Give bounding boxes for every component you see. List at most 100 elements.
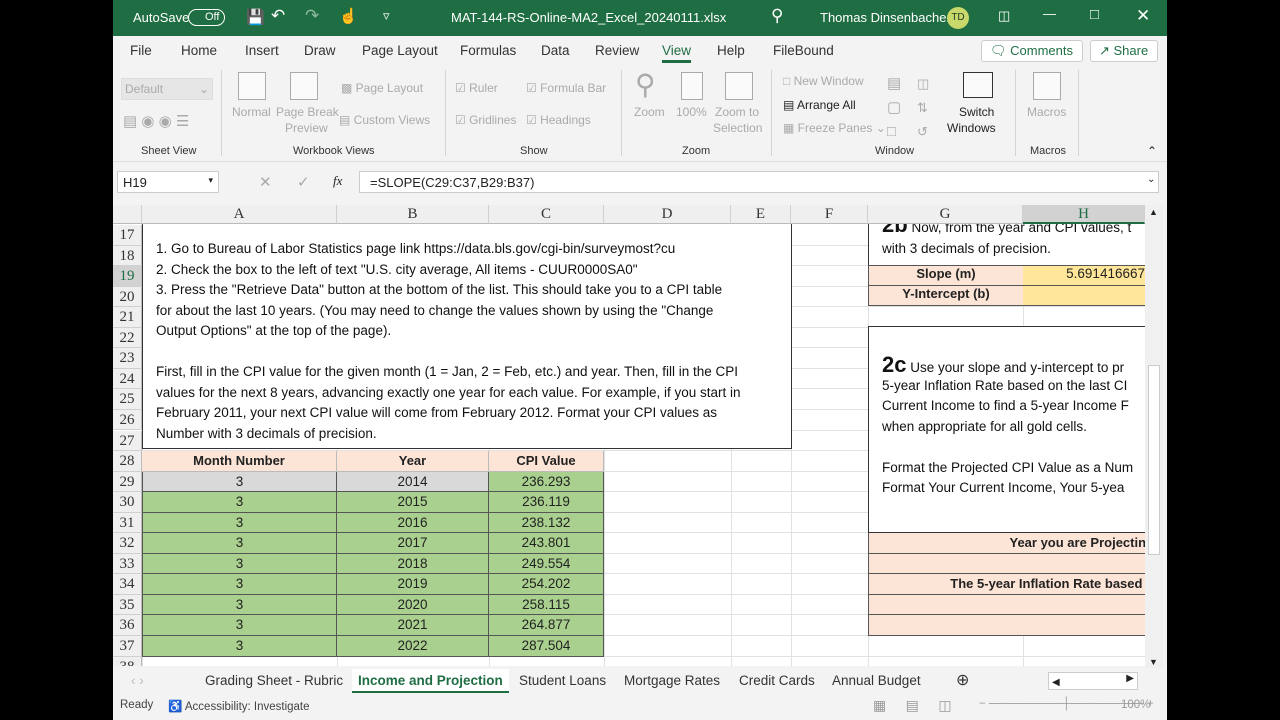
row-header[interactable]: 30 bbox=[113, 492, 142, 513]
undo-icon[interactable]: ↶ bbox=[271, 6, 285, 26]
tab-view[interactable]: View bbox=[662, 43, 692, 63]
scroll-down-icon[interactable]: ▼ bbox=[1149, 657, 1158, 667]
cpi-cell[interactable]: 243.801 bbox=[489, 533, 604, 554]
row-header[interactable]: 21 bbox=[113, 307, 142, 328]
gold-input-cell[interactable] bbox=[868, 553, 1145, 575]
custom-views-button[interactable]: ▤ Custom Views bbox=[339, 113, 430, 127]
avatar[interactable]: TD bbox=[947, 7, 969, 29]
new-window-button[interactable]: □ New Window bbox=[783, 74, 864, 88]
column-header-b[interactable]: B bbox=[337, 205, 489, 224]
sheet-tab-annual-budget[interactable]: Annual Budget bbox=[832, 673, 921, 688]
column-header-f[interactable]: F bbox=[791, 205, 868, 224]
month-cell[interactable]: 3 bbox=[142, 471, 337, 493]
row-header[interactable]: 23 bbox=[113, 348, 142, 369]
tab-insert[interactable]: Insert bbox=[245, 43, 279, 58]
scroll-up-icon[interactable]: ▲ bbox=[1149, 207, 1158, 217]
freeze-panes-button[interactable]: ▦ Freeze Panes ⌄ bbox=[783, 121, 886, 135]
zoom-button[interactable]: Zoom bbox=[634, 105, 665, 119]
row-header[interactable]: 18 bbox=[113, 245, 142, 267]
sheet-tab-income-projection[interactable]: Income and Projection bbox=[352, 669, 509, 693]
share-button[interactable]: ↗ Share bbox=[1090, 40, 1158, 62]
insert-function-icon[interactable]: fx bbox=[333, 173, 342, 189]
sheet-view-dropdown[interactable]: Default ⌄ bbox=[121, 78, 213, 100]
tab-home[interactable]: Home bbox=[181, 43, 217, 58]
slope-value-cell[interactable]: 5.691416667 bbox=[1023, 265, 1145, 286]
side-by-side-icons[interactable]: ◫ ⇅ ↺ bbox=[917, 72, 929, 144]
tab-formulas[interactable]: Formulas bbox=[460, 43, 516, 58]
minimize-icon[interactable]: — bbox=[1043, 6, 1056, 21]
search-icon[interactable]: ⚲ bbox=[771, 6, 783, 26]
row-header[interactable]: 28 bbox=[113, 451, 142, 472]
collapse-ribbon-icon[interactable]: ⌃ bbox=[1147, 144, 1157, 158]
year-projecting-label[interactable]: Year you are Projecting bbox=[868, 533, 1145, 554]
split-hide-unhide-icons[interactable]: ▤ ▢ □ bbox=[887, 72, 901, 144]
row-header[interactable]: 37 bbox=[113, 636, 142, 657]
worksheet-grid[interactable]: 1. Go to Bureau of Labor Statistics page… bbox=[113, 224, 1145, 666]
ribbon-display-icon[interactable]: ◫ bbox=[998, 8, 1010, 24]
page-break-button[interactable]: Page Break bbox=[276, 105, 339, 119]
tab-review[interactable]: Review bbox=[595, 43, 639, 58]
tab-data[interactable]: Data bbox=[541, 43, 570, 58]
tab-page-layout[interactable]: Page Layout bbox=[362, 43, 438, 58]
ruler-checkbox[interactable]: ☑ Ruler bbox=[455, 81, 498, 95]
file-name[interactable]: MAT-144-RS-Online-MA2_Excel_20240111.xls… bbox=[451, 10, 726, 25]
row-header[interactable]: 34 bbox=[113, 574, 142, 595]
month-cell[interactable]: 3 bbox=[142, 636, 337, 657]
scrollbar-thumb[interactable] bbox=[1148, 365, 1160, 555]
sheet-tab-grading[interactable]: Grading Sheet - Rubric bbox=[205, 673, 343, 688]
column-header-d[interactable]: D bbox=[604, 205, 731, 224]
autosave-toggle[interactable]: Off bbox=[188, 9, 226, 26]
year-cell[interactable]: 2020 bbox=[337, 594, 489, 616]
cpi-cell[interactable]: 258.115 bbox=[489, 594, 604, 616]
row-header[interactable]: 22 bbox=[113, 327, 142, 349]
section-2c-textbox[interactable]: 2c Use your slope and y-intercept to pr 5… bbox=[868, 326, 1145, 533]
row-header[interactable]: 29 bbox=[113, 471, 142, 493]
month-cell[interactable]: 3 bbox=[142, 553, 337, 575]
sheet-view-icons[interactable]: ▤ ◉ ◉ ☰ bbox=[123, 112, 189, 130]
column-header-e[interactable]: E bbox=[731, 205, 791, 224]
month-cell[interactable]: 3 bbox=[142, 594, 337, 616]
zoom-selection-button[interactable]: Zoom to bbox=[715, 105, 759, 119]
year-cell[interactable]: 2021 bbox=[337, 615, 489, 636]
column-header-c[interactable]: C bbox=[489, 205, 604, 224]
horizontal-scrollbar[interactable]: ◀ ▶ bbox=[1048, 672, 1138, 690]
sheet-tab-credit-cards[interactable]: Credit Cards bbox=[739, 673, 815, 688]
cpi-cell[interactable]: 236.293 bbox=[489, 471, 604, 493]
vertical-scrollbar[interactable]: ▲ ▼ bbox=[1145, 205, 1163, 671]
zoom-100-button[interactable]: 100% bbox=[676, 105, 707, 119]
month-cell[interactable]: 3 bbox=[142, 615, 337, 636]
cpi-cell[interactable]: 287.504 bbox=[489, 636, 604, 657]
inflation-rate-label[interactable]: The 5-year Inflation Rate based o bbox=[868, 574, 1145, 595]
row-header[interactable]: 35 bbox=[113, 594, 142, 616]
comments-button[interactable]: 🗨 Comments bbox=[981, 40, 1083, 62]
enter-icon[interactable]: ✓ bbox=[297, 173, 310, 191]
normal-view-button[interactable]: Normal bbox=[232, 105, 271, 119]
instructions-textbox[interactable]: 1. Go to Bureau of Labor Statistics page… bbox=[142, 224, 792, 449]
tab-file[interactable]: File bbox=[130, 43, 152, 58]
month-cell[interactable]: 3 bbox=[142, 512, 337, 534]
cpi-cell[interactable]: 238.132 bbox=[489, 512, 604, 534]
select-all-corner[interactable] bbox=[113, 205, 142, 224]
row-header[interactable]: 31 bbox=[113, 512, 142, 534]
gridlines-checkbox[interactable]: ☑ Gridlines bbox=[455, 113, 516, 127]
year-cell[interactable]: 2022 bbox=[337, 636, 489, 657]
accessibility-button[interactable]: ♿ Accessibility: Investigate bbox=[168, 699, 310, 713]
page-layout-button[interactable]: ▩ Page Layout bbox=[341, 81, 423, 95]
expand-formula-bar-icon[interactable]: ⌄ bbox=[1147, 174, 1155, 185]
formula-input[interactable]: =SLOPE(C29:C37,B29:B37) bbox=[359, 171, 1159, 193]
month-cell[interactable]: 3 bbox=[142, 492, 337, 513]
macros-button[interactable]: Macros bbox=[1027, 105, 1066, 119]
maximize-icon[interactable]: □ bbox=[1090, 6, 1099, 23]
sheet-tab-student-loans[interactable]: Student Loans bbox=[519, 673, 606, 688]
row-header[interactable]: 26 bbox=[113, 409, 142, 431]
prev-sheet-icon[interactable]: ‹ › bbox=[131, 673, 144, 688]
cpi-cell[interactable]: 249.554 bbox=[489, 553, 604, 575]
name-box[interactable]: H19 ▾ bbox=[117, 171, 219, 193]
year-cell[interactable]: 2015 bbox=[337, 492, 489, 513]
row-header[interactable]: 19 bbox=[113, 266, 142, 287]
cpi-cell[interactable]: 236.119 bbox=[489, 492, 604, 513]
customize-toolbar-icon[interactable]: ▿ bbox=[383, 8, 390, 24]
year-cell[interactable]: 2016 bbox=[337, 512, 489, 534]
view-mode-icons[interactable]: ▦ ▤ ◫ bbox=[873, 697, 952, 714]
row-header[interactable]: 25 bbox=[113, 389, 142, 410]
